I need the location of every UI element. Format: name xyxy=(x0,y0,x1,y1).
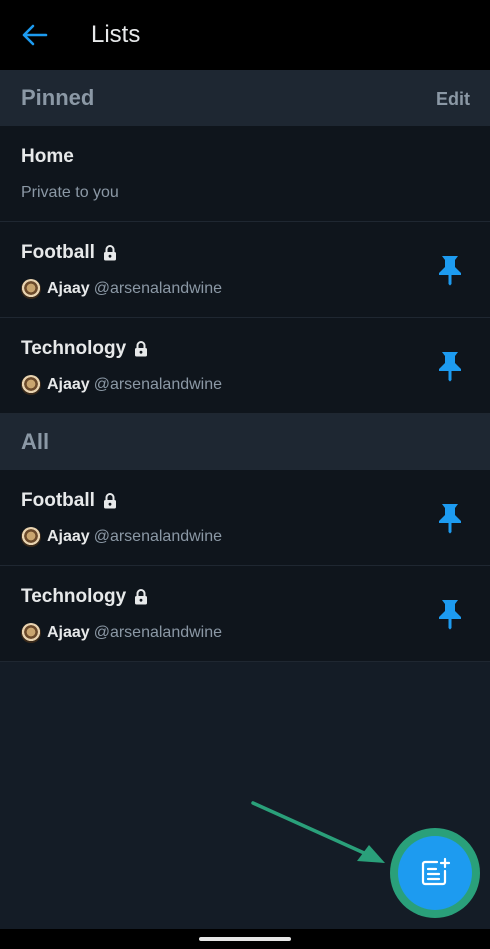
avatar xyxy=(21,527,41,547)
all-section-header: All xyxy=(0,414,490,470)
home-indicator[interactable] xyxy=(199,937,291,941)
pinned-section-header: Pinned Edit xyxy=(0,70,490,126)
pin-icon[interactable] xyxy=(436,598,464,630)
new-list-icon xyxy=(421,857,451,886)
lock-icon xyxy=(103,245,116,261)
list-privacy-text: Private to you xyxy=(21,184,119,201)
lists-screen: Lists Pinned Edit Home Private to you Fo… xyxy=(0,0,490,949)
page-title: Lists xyxy=(91,21,141,48)
owner-name: Ajaay xyxy=(47,376,90,393)
lock-icon xyxy=(135,589,148,605)
pinned-section-title: Pinned xyxy=(21,85,95,110)
list-name: Technology xyxy=(21,337,148,361)
lock-icon xyxy=(103,493,116,509)
owner-handle: @arsenalandwine xyxy=(93,528,223,545)
list-item-technology-pinned[interactable]: Technology Ajaay @arsenalandwine xyxy=(0,318,490,414)
list-name: Technology xyxy=(21,585,148,609)
edit-pinned-button[interactable]: Edit xyxy=(436,88,470,110)
arrow-left-icon xyxy=(22,24,48,46)
list-owner: Ajaay @arsenalandwine xyxy=(21,279,222,299)
owner-name: Ajaay xyxy=(47,528,90,545)
pin-icon[interactable] xyxy=(436,254,464,286)
owner-handle: @arsenalandwine xyxy=(93,280,223,297)
list-name-label: Home xyxy=(21,146,74,167)
pin-icon[interactable] xyxy=(436,502,464,534)
all-section-title: All xyxy=(21,429,50,454)
avatar xyxy=(21,375,41,395)
avatar xyxy=(21,279,41,299)
list-name: Football xyxy=(21,489,117,513)
owner-name: Ajaay xyxy=(47,624,90,641)
list-owner: Ajaay @arsenalandwine xyxy=(21,375,222,395)
list-owner: Ajaay @arsenalandwine xyxy=(21,527,222,547)
list-item-technology[interactable]: Technology Ajaay @arsenalandwine xyxy=(0,566,490,662)
list-item-home[interactable]: Home Private to you xyxy=(0,126,490,222)
list-name-label: Football xyxy=(21,242,95,263)
owner-handle: @arsenalandwine xyxy=(93,376,223,393)
avatar xyxy=(21,623,41,643)
lock-icon xyxy=(135,341,148,357)
create-list-button[interactable] xyxy=(398,836,472,910)
annotation-arrow-icon xyxy=(251,801,385,863)
list-name-label: Technology xyxy=(21,338,127,359)
list-name: Home xyxy=(21,145,74,169)
owner-handle: @arsenalandwine xyxy=(93,624,223,641)
list-owner: Ajaay @arsenalandwine xyxy=(21,623,222,643)
pin-icon[interactable] xyxy=(436,350,464,382)
list-name-label: Technology xyxy=(21,586,127,607)
list-item-football[interactable]: Football Ajaay @arsenalandwine xyxy=(0,470,490,566)
list-name-label: Football xyxy=(21,490,95,511)
owner-name: Ajaay xyxy=(47,280,90,297)
list-name: Football xyxy=(21,241,117,265)
top-app-bar: Lists xyxy=(0,0,490,70)
back-button[interactable] xyxy=(14,16,56,54)
list-item-football-pinned[interactable]: Football Ajaay @arsenalandwine xyxy=(0,222,490,318)
